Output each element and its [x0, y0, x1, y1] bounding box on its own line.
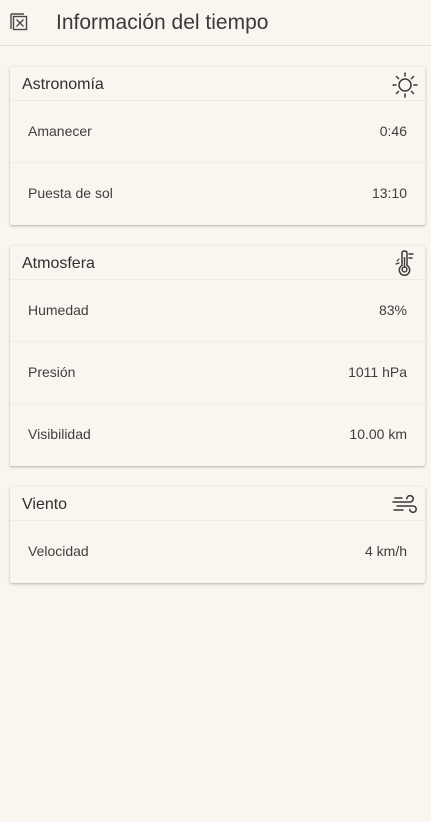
- astronomy-card-header: Astronomía: [10, 67, 425, 101]
- wind-card-title: Viento: [22, 496, 68, 513]
- page-title: Información del tiempo: [56, 11, 269, 34]
- atmosphere-card-header: Atmosfera: [10, 246, 425, 280]
- close-box-icon: [10, 13, 28, 31]
- wind-speed-label: Velocidad: [28, 543, 89, 559]
- atmosphere-card-title: Atmosfera: [22, 255, 95, 272]
- astronomy-row-sunset: Puesta de sol 13:10: [10, 163, 425, 225]
- humidity-value: 83%: [378, 302, 407, 318]
- wind-card: Viento Velocidad 4 km/h: [10, 487, 425, 583]
- wind-row-speed: Velocidad 4 km/h: [10, 521, 425, 583]
- astronomy-card: Astronomía Amanecer 0:46 Puesta de sol 1…: [10, 67, 425, 225]
- sunset-label: Puesta de sol: [28, 185, 113, 201]
- humidity-label: Humedad: [28, 302, 89, 318]
- wind-speed-value: 4 km/h: [364, 543, 407, 559]
- visibility-value: 10.00 km: [349, 426, 407, 442]
- atmosphere-row-humidity: Humedad 83%: [10, 280, 425, 342]
- pressure-label: Presión: [28, 364, 76, 380]
- atmosphere-row-pressure: Presión 1011 hPa: [10, 342, 425, 404]
- atmosphere-row-visibility: Visibilidad 10.00 km: [10, 404, 425, 466]
- sun-icon: [392, 72, 418, 98]
- wind-card-header: Viento: [10, 487, 425, 521]
- pressure-value: 1011 hPa: [348, 364, 407, 380]
- astronomy-row-sunrise: Amanecer 0:46: [10, 101, 425, 163]
- sunrise-value: 0:46: [379, 123, 407, 139]
- app-bar: Información del tiempo: [0, 0, 431, 46]
- sunrise-label: Amanecer: [28, 123, 92, 139]
- atmosphere-card: Atmosfera Humedad 83% Presión 1011 hPa V…: [10, 246, 425, 466]
- visibility-label: Visibilidad: [28, 426, 91, 442]
- sunset-value: 13:10: [371, 185, 407, 201]
- close-button[interactable]: [8, 11, 30, 33]
- wind-icon: [392, 494, 417, 514]
- astronomy-card-title: Astronomía: [22, 76, 104, 93]
- thermometer-icon: [395, 250, 414, 276]
